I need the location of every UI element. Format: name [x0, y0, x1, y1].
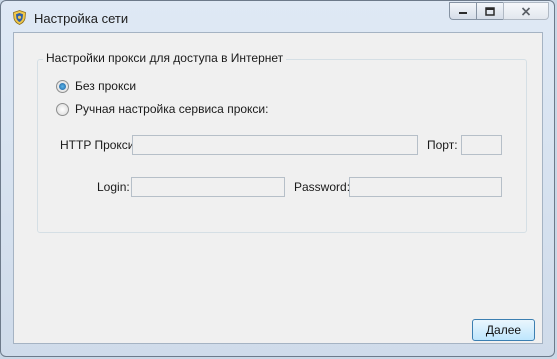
- login-label: Login:: [97, 180, 130, 194]
- group-legend: Настройки прокси для доступа в Интернет: [43, 51, 287, 65]
- password-input[interactable]: [349, 177, 502, 197]
- manual-proxy-option[interactable]: Ручная настройка сервиса прокси:: [56, 102, 268, 116]
- port-label: Порт:: [427, 138, 458, 152]
- proxy-settings-group: Настройки прокси для доступа в Интернет …: [37, 51, 527, 233]
- no-proxy-radio[interactable]: [56, 79, 69, 93]
- close-icon: [521, 6, 531, 16]
- login-input[interactable]: [131, 177, 285, 197]
- close-button[interactable]: [503, 2, 549, 20]
- dialog-window: Настройка сети Настройки прокси для дост…: [0, 0, 555, 357]
- manual-proxy-radio[interactable]: [56, 102, 69, 116]
- no-proxy-label: Без прокси: [75, 79, 137, 93]
- port-input[interactable]: [461, 135, 502, 155]
- client-area: Настройки прокси для доступа в Интернет …: [13, 32, 543, 344]
- minimize-button[interactable]: [449, 2, 476, 20]
- manual-proxy-label: Ручная настройка сервиса прокси:: [75, 102, 269, 116]
- minimize-icon: [459, 12, 467, 14]
- window-controls: [449, 2, 549, 22]
- window-title: Настройка сети: [34, 11, 129, 26]
- http-proxy-input[interactable]: [132, 135, 418, 155]
- password-label: Password:: [294, 180, 351, 194]
- title-bar[interactable]: Настройка сети: [1, 1, 554, 33]
- maximize-icon: [485, 6, 495, 16]
- http-proxy-label: HTTP Прокси:: [60, 138, 138, 152]
- no-proxy-option[interactable]: Без прокси: [56, 79, 136, 93]
- maximize-button[interactable]: [476, 2, 503, 20]
- next-button[interactable]: Далее: [472, 319, 535, 341]
- shield-emblem-icon: [13, 10, 26, 25]
